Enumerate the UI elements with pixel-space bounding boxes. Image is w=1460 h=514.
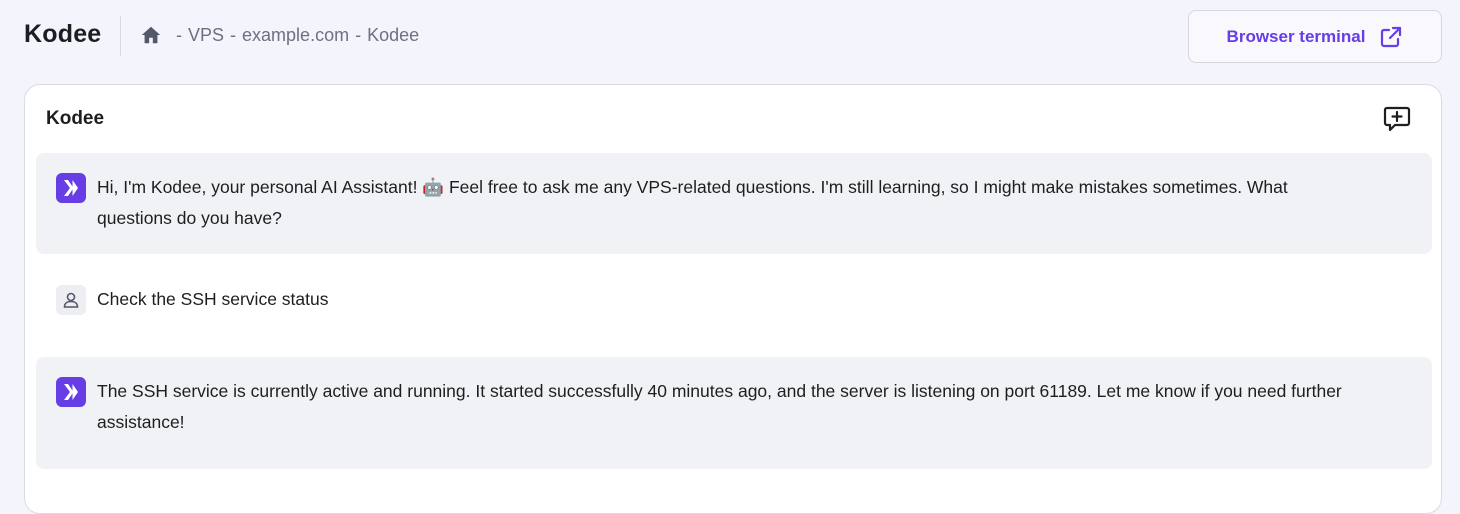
top-bar: Kodee - VPS - example.com - Kodee Browse… bbox=[0, 0, 1460, 72]
breadcrumb-separator: - bbox=[230, 24, 237, 45]
page-title: Kodee bbox=[24, 20, 102, 48]
user-message: Check the SSH service status bbox=[36, 269, 1432, 331]
message-text: Check the SSH service status bbox=[97, 289, 329, 309]
breadcrumb-item-domain[interactable]: example.com bbox=[242, 25, 349, 46]
breadcrumb: - VPS - example.com - Kodee bbox=[140, 24, 419, 46]
kodee-avatar-icon bbox=[56, 173, 86, 203]
browser-terminal-label: Browser terminal bbox=[1226, 26, 1366, 46]
breadcrumb-separator: - bbox=[355, 24, 362, 45]
header-divider bbox=[120, 16, 121, 56]
home-icon[interactable] bbox=[140, 24, 162, 46]
external-link-icon bbox=[1379, 25, 1403, 49]
chat-title: Kodee bbox=[46, 108, 105, 129]
new-chat-icon[interactable] bbox=[1381, 103, 1413, 135]
breadcrumb-item-vps[interactable]: VPS bbox=[188, 25, 224, 46]
breadcrumb-item-kodee: Kodee bbox=[367, 24, 420, 45]
browser-terminal-button[interactable]: Browser terminal bbox=[1188, 10, 1442, 63]
message-text: The SSH service is currently active and … bbox=[97, 381, 1342, 432]
breadcrumb-separator: - bbox=[176, 24, 182, 45]
message-text: Hi, I'm Kodee, your personal AI Assistan… bbox=[97, 177, 1288, 228]
assistant-message: The SSH service is currently active and … bbox=[36, 357, 1432, 469]
kodee-chat-panel: Kodee Hi, I'm Kodee, your personal AI As… bbox=[24, 84, 1442, 514]
assistant-message: Hi, I'm Kodee, your personal AI Assistan… bbox=[36, 153, 1432, 254]
user-avatar-icon bbox=[56, 285, 86, 315]
kodee-avatar-icon bbox=[56, 377, 86, 407]
